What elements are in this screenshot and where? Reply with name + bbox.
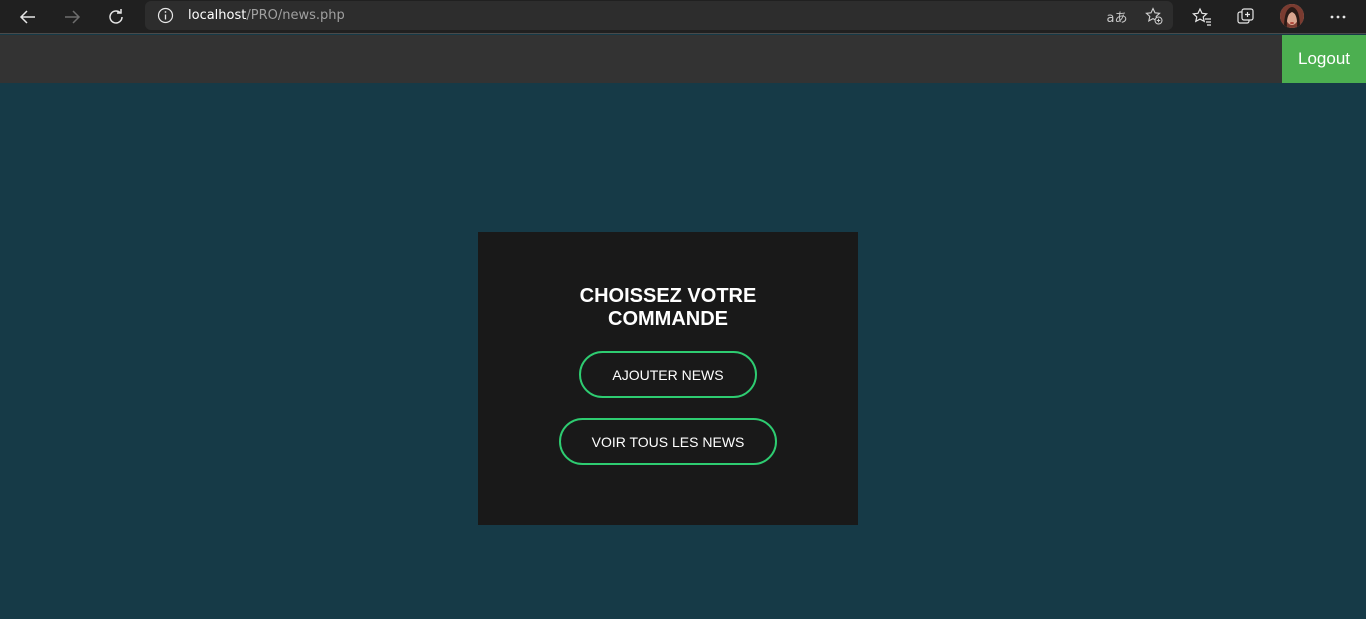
address-bar[interactable]: localhost/PRO/news.php aあ [145,1,1173,30]
logout-button[interactable]: Logout [1282,35,1366,83]
info-icon[interactable] [157,7,174,24]
read-aloud-button[interactable]: aあ [1106,5,1128,27]
refresh-icon [109,9,123,24]
site-header: Logout [0,35,1366,83]
card-title-line1: CHOISSEZ VOTRE [579,285,757,307]
settings-more-button[interactable] [1324,3,1352,31]
collections-button[interactable] [1232,3,1260,31]
favorites-list-icon [1192,7,1211,26]
arrow-right-icon [65,10,81,24]
profile-avatar[interactable] [1280,4,1304,28]
add-favorite-button[interactable] [1143,5,1165,27]
url-path: /PRO/news.php [246,8,345,23]
add-news-button[interactable]: AJOUTER NEWS [579,351,757,398]
url-text[interactable]: localhost/PRO/news.php [188,8,345,23]
collections-icon [1237,8,1254,24]
card-title-line2: COMMANDE [608,308,728,330]
card-title: CHOISSEZ VOTRE COMMANDE [478,285,858,331]
arrow-left-icon [19,10,35,24]
favorites-button[interactable] [1188,3,1216,31]
back-button[interactable] [14,3,42,31]
more-icon [1330,15,1346,19]
view-all-news-button[interactable]: VOIR TOUS LES NEWS [559,418,777,465]
avatar-image [1280,4,1304,28]
url-host: localhost [188,8,247,23]
star-add-icon [1145,7,1163,25]
forward-button[interactable] [58,3,86,31]
command-card: CHOISSEZ VOTRE COMMANDE AJOUTER NEWS VOI… [478,232,858,525]
refresh-button[interactable] [102,3,130,31]
read-aloud-icon: aあ [1106,10,1128,26]
browser-toolbar: localhost/PRO/news.php aあ [0,0,1366,34]
